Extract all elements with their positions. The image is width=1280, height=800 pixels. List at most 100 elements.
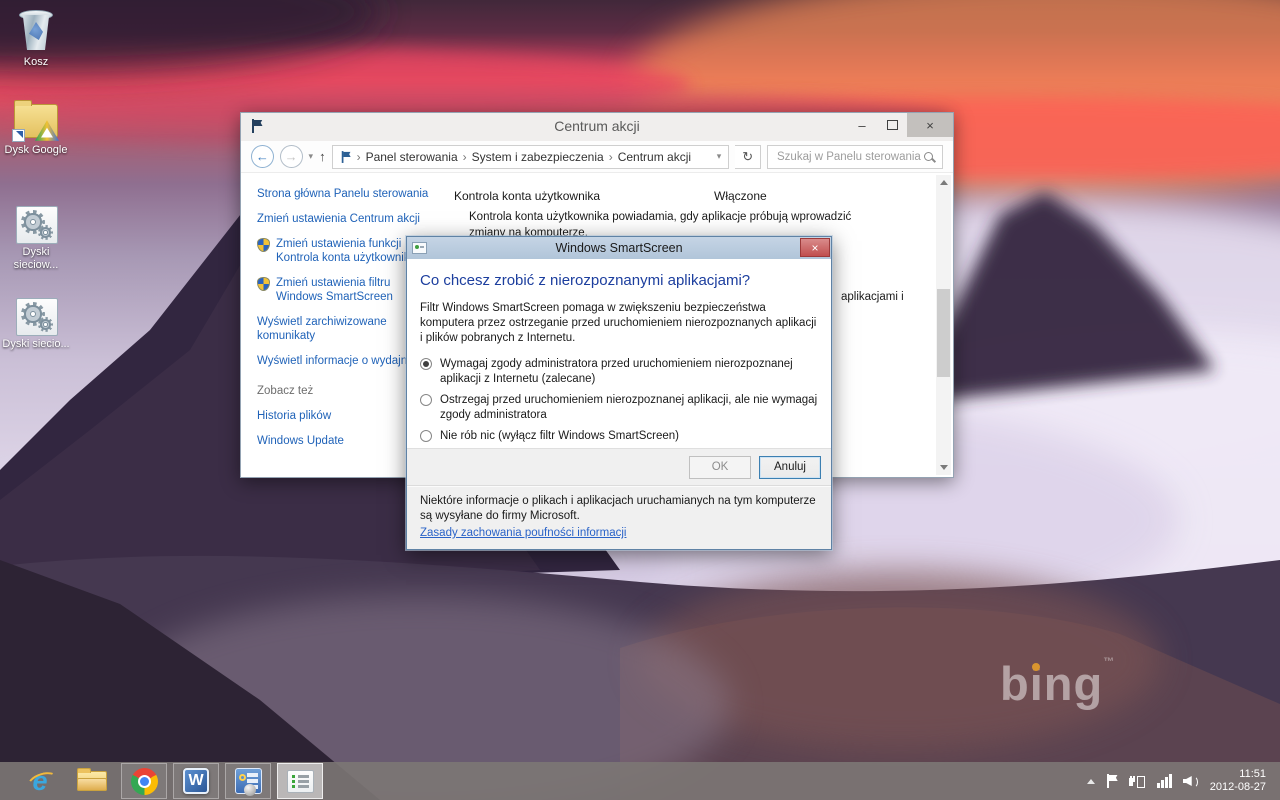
gear-icon bbox=[38, 225, 53, 240]
desktop-icon-network-drives-1[interactable]: Dyski sieciow... bbox=[0, 206, 72, 272]
sphere-icon bbox=[244, 784, 256, 796]
taskbar-internet-explorer[interactable]: e bbox=[17, 763, 63, 799]
breadcrumb[interactable]: › Panel sterowania › System i zabezpiecz… bbox=[332, 145, 730, 169]
computer-management-icon bbox=[235, 768, 262, 794]
uac-row-status: Włączone bbox=[714, 189, 767, 203]
taskbar: e W 11:51 2012-08-27 bbox=[0, 762, 1280, 800]
dialog-content: Co chcesz zrobić z nierozpoznanymi aplik… bbox=[407, 259, 831, 448]
bing-logo-text: bing bbox=[1000, 657, 1103, 710]
taskbar-file-explorer[interactable] bbox=[69, 763, 115, 799]
search-input[interactable] bbox=[775, 150, 923, 164]
scroll-down-arrow[interactable] bbox=[936, 460, 951, 475]
radio-option-require-approval[interactable]: Wymagaj zgody administratora przed uruch… bbox=[420, 357, 818, 387]
smartscreen-dialog: Windows SmartScreen × Co chcesz zrobić z… bbox=[406, 236, 832, 550]
close-button[interactable]: × bbox=[907, 113, 953, 137]
maximize-icon bbox=[887, 120, 898, 130]
dialog-button-row: OK Anuluj bbox=[407, 448, 831, 485]
close-icon: × bbox=[926, 118, 934, 133]
up-button[interactable]: ↑ bbox=[319, 149, 326, 164]
scroll-up-arrow[interactable] bbox=[936, 175, 951, 190]
tray-volume-icon[interactable] bbox=[1183, 774, 1199, 788]
bing-trademark: ™ bbox=[1103, 656, 1115, 668]
taskbar-computer-management[interactable] bbox=[225, 763, 271, 799]
privacy-policy-link[interactable]: Zasady zachowania poufności informacji bbox=[420, 526, 626, 541]
tray-power-icon[interactable] bbox=[1129, 774, 1146, 789]
dialog-titlebar[interactable]: Windows SmartScreen × bbox=[407, 237, 831, 259]
dialog-options: Wymagaj zgody administratora przed uruch… bbox=[420, 357, 818, 444]
tray-network-signal-icon[interactable] bbox=[1157, 774, 1172, 788]
dialog-body-text: Filtr Windows SmartScreen pomaga w zwięk… bbox=[420, 301, 822, 346]
breadcrumb-flag-icon bbox=[340, 151, 350, 163]
gear-icon bbox=[38, 317, 53, 332]
clipped-text-fragment: aplikacjami i bbox=[841, 291, 904, 303]
forward-icon: → bbox=[285, 149, 298, 164]
dialog-footer: Niektóre informacje o plikach i aplikacj… bbox=[407, 485, 831, 549]
back-icon: ← bbox=[256, 149, 269, 164]
back-button[interactable]: ← bbox=[251, 145, 274, 168]
dialog-title: Windows SmartScreen bbox=[407, 241, 831, 255]
desktop-icon-recycle-bin[interactable]: Kosz bbox=[0, 8, 72, 69]
internet-explorer-icon: e bbox=[32, 768, 47, 795]
triangle-down-icon bbox=[940, 465, 948, 470]
maximize-button[interactable] bbox=[877, 113, 907, 137]
crumb-separator: › bbox=[609, 150, 613, 164]
sidebar-item-change-ac-settings[interactable]: Zmień ustawienia Centrum akcji bbox=[257, 212, 439, 226]
taskbar-chrome[interactable] bbox=[121, 763, 167, 799]
vertical-scrollbar[interactable] bbox=[936, 175, 951, 475]
search-box[interactable] bbox=[767, 145, 943, 169]
privacy-note: Niektóre informacje o plikach i aplikacj… bbox=[420, 494, 818, 524]
radio-button[interactable] bbox=[420, 394, 432, 406]
file-explorer-icon bbox=[77, 771, 107, 791]
recycle-bin-icon bbox=[18, 8, 54, 52]
dialog-heading: Co chcesz zrobić z nierozpoznanymi aplik… bbox=[420, 272, 818, 289]
minimize-button[interactable]: – bbox=[847, 113, 877, 137]
bing-watermark: bing™ bbox=[1000, 656, 1115, 711]
address-bar: ← → ▾ ↑ › Panel sterowania › System i za… bbox=[241, 141, 953, 173]
ok-button[interactable]: OK bbox=[689, 456, 751, 479]
breadcrumb-item-system-security[interactable]: System i zabezpieczenia bbox=[472, 150, 604, 164]
radio-button[interactable] bbox=[420, 430, 432, 442]
radio-button-selected[interactable] bbox=[420, 358, 432, 370]
forward-button[interactable]: → bbox=[280, 145, 303, 168]
settings-list-icon bbox=[287, 770, 314, 793]
gears-icon bbox=[16, 206, 56, 242]
sidebar-item-home[interactable]: Strona główna Panelu sterowania bbox=[257, 187, 439, 201]
google-drive-triangle-icon bbox=[34, 119, 60, 142]
crumb-separator: › bbox=[357, 150, 361, 164]
history-dropdown[interactable]: ▾ bbox=[309, 151, 314, 162]
chrome-icon bbox=[131, 768, 158, 795]
refresh-button[interactable]: ↻ bbox=[735, 145, 761, 169]
refresh-icon: ↻ bbox=[742, 149, 753, 165]
cancel-button[interactable]: Anuluj bbox=[759, 456, 821, 479]
clock-date: 2012-08-27 bbox=[1210, 781, 1266, 794]
tray-clock[interactable]: 11:51 2012-08-27 bbox=[1210, 768, 1266, 794]
desktop-icon-google-drive[interactable]: Dysk Google bbox=[0, 102, 72, 157]
desktop-icon-label: Dysk Google bbox=[0, 144, 72, 157]
minimize-icon: – bbox=[858, 118, 865, 133]
crumb-separator: › bbox=[463, 150, 467, 164]
radio-option-warn-only[interactable]: Ostrzegaj przed uruchomieniem nierozpozn… bbox=[420, 393, 818, 423]
dialog-close-button[interactable]: × bbox=[800, 238, 830, 257]
triangle-up-icon bbox=[940, 180, 948, 185]
clock-time: 11:51 bbox=[1210, 768, 1266, 781]
gears-icon bbox=[16, 298, 56, 334]
breadcrumb-dropdown-icon[interactable]: ▾ bbox=[717, 151, 722, 162]
uac-shield-icon bbox=[257, 238, 270, 252]
close-icon: × bbox=[811, 241, 818, 255]
tray-action-center-flag-icon[interactable] bbox=[1106, 774, 1118, 788]
scrollbar-thumb[interactable] bbox=[937, 289, 950, 377]
bing-logo-dot bbox=[1032, 663, 1040, 671]
google-drive-folder-icon bbox=[13, 102, 59, 140]
breadcrumb-item-action-center[interactable]: Centrum akcji bbox=[618, 150, 691, 164]
taskbar-action-center-active[interactable] bbox=[277, 763, 323, 799]
show-hidden-icons-button[interactable] bbox=[1087, 779, 1095, 784]
uac-row-title: Kontrola konta użytkownika bbox=[454, 189, 600, 203]
word-icon: W bbox=[183, 768, 209, 794]
radio-option-do-nothing[interactable]: Nie rób nic (wyłącz filtr Windows SmartS… bbox=[420, 429, 818, 444]
breadcrumb-item-control-panel[interactable]: Panel sterowania bbox=[366, 150, 458, 164]
taskbar-word[interactable]: W bbox=[173, 763, 219, 799]
desktop-icon-network-drives-2[interactable]: Dyski siecio... bbox=[0, 298, 72, 351]
system-tray: 11:51 2012-08-27 bbox=[1087, 768, 1280, 794]
desktop-icon-label: Kosz bbox=[0, 56, 72, 69]
window-titlebar[interactable]: Centrum akcji – × bbox=[241, 113, 953, 141]
